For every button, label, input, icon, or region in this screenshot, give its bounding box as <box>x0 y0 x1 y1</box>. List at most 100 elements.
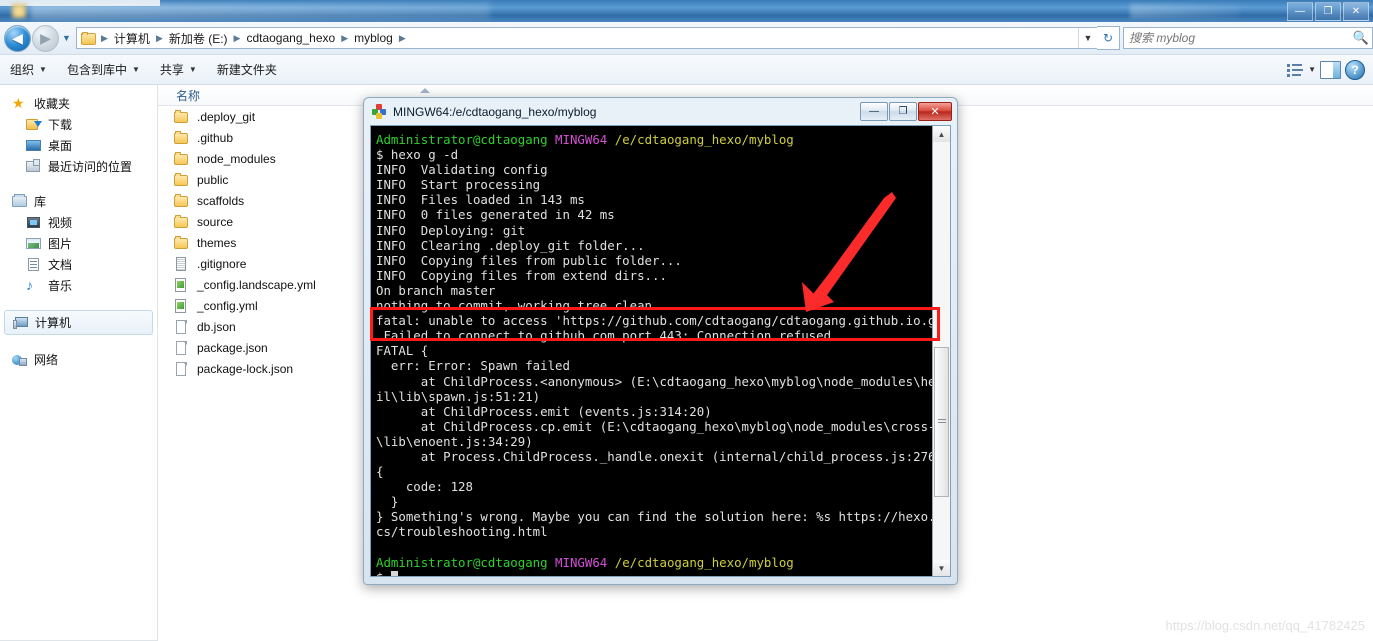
folder-icon <box>173 214 189 230</box>
terminal-line: INFO Clearing .deploy_git folder... <box>376 238 932 253</box>
sidebar-item-pictures[interactable]: 图片 <box>0 233 157 254</box>
terminal-close-button[interactable]: ✕ <box>918 102 952 121</box>
terminal-scrollbar[interactable]: ▲ ▼ <box>932 126 950 576</box>
sidebar-item-music[interactable]: ♪ 音乐 <box>0 275 157 296</box>
toolbar-label: 新建文件夹 <box>216 63 277 77</box>
background-window-title <box>30 3 490 19</box>
folder-icon <box>173 235 189 251</box>
terminal-text: fatal: unable to access 'https://github.… <box>376 313 932 329</box>
terminal-text: Failed to connect to github.com port 443… <box>376 328 832 344</box>
help-icon[interactable]: ? <box>1345 59 1365 80</box>
terminal-text: at ChildProcess.emit (events.js:314:20) <box>376 403 712 419</box>
sidebar-group-favorites[interactable]: ★ 收藏夹 <box>0 93 157 114</box>
sidebar-label: 网络 <box>34 353 59 367</box>
sidebar-item-recent-places[interactable]: 最近访问的位置 <box>0 156 157 177</box>
bg-restore-button[interactable]: ❐ <box>1315 2 1341 21</box>
terminal-text: \lib\enoent.js:34:29) <box>376 433 533 449</box>
forward-button[interactable]: ▶ <box>32 24 59 52</box>
search-box[interactable]: 🔍 <box>1123 27 1373 49</box>
scrollbar-track[interactable] <box>933 142 950 560</box>
folder-icon <box>173 193 189 209</box>
terminal-text: $ <box>376 570 391 576</box>
terminal-line: il\lib\spawn.js:51:21) <box>376 389 932 404</box>
file-name: .gitignore <box>197 256 247 271</box>
bg-minimize-button[interactable]: — <box>1287 2 1313 21</box>
terminal-line: INFO Copying files from public folder... <box>376 253 932 268</box>
terminal-minimize-button[interactable]: — <box>860 102 888 121</box>
terminal-text: il\lib\spawn.js:51:21) <box>376 388 541 404</box>
sidebar-item-network[interactable]: 网络 <box>0 349 157 370</box>
address-bar-row: ◀ ▶ ▼ ▶ 计算机 ▶ 新加卷 (E:) ▶ cdtaogang_hexo … <box>0 22 1373 55</box>
music-icon: ♪ <box>26 277 33 293</box>
sidebar-item-documents[interactable]: 文档 <box>0 254 157 275</box>
background-window-icon <box>12 4 26 18</box>
toolbar-label: 组织 <box>10 63 35 77</box>
terminal-text: FATAL { <box>376 343 429 359</box>
column-header-name[interactable]: 名称 <box>158 87 200 104</box>
terminal-text: } Something's wrong. Maybe you can find … <box>376 509 932 525</box>
file-name: _config.yml <box>197 298 258 313</box>
computer-icon <box>13 315 29 330</box>
sidebar-label: 图片 <box>48 237 73 251</box>
video-icon <box>26 215 42 230</box>
search-input[interactable] <box>1124 30 1350 46</box>
breadcrumb-separator: ▶ <box>398 32 406 43</box>
breadcrumb-item-1[interactable]: 新加卷 (E:) <box>166 28 231 49</box>
sidebar-item-downloads[interactable]: 下载 <box>0 114 157 135</box>
chevron-down-icon: ▼ <box>62 33 71 43</box>
sidebar-item-videos[interactable]: 视频 <box>0 212 157 233</box>
terminal-title-bar[interactable]: MINGW64:/e/cdtaogang_hexo/myblog — ❐ ✕ <box>364 98 957 125</box>
downloads-icon <box>26 117 42 132</box>
background-window-controls: — ❐ ✕ <box>1287 2 1369 21</box>
terminal-line: nothing to commit, working tree clean <box>376 298 932 313</box>
file-name: scaffolds <box>197 193 245 208</box>
terminal-output[interactable]: Administrator@cdtaogang MINGW64 /e/cdtao… <box>371 126 932 576</box>
history-dropdown-button[interactable]: ▼ <box>59 26 74 51</box>
breadcrumb-item-2[interactable]: cdtaogang_hexo <box>243 29 338 47</box>
toolbar-item-share[interactable]: 共享 ▼ <box>150 57 207 82</box>
address-dropdown-button[interactable]: ▼ <box>1078 28 1097 48</box>
toolbar-item-include-in-library[interactable]: 包含到库中 ▼ <box>57 57 150 82</box>
scrollbar-thumb[interactable] <box>934 347 949 497</box>
file-name: package.json <box>197 340 268 355</box>
scroll-down-icon[interactable]: ▼ <box>933 560 950 576</box>
bg-close-button[interactable]: ✕ <box>1343 2 1369 21</box>
preview-pane-icon[interactable] <box>1320 60 1341 79</box>
terminal-line: Administrator@cdtaogang MINGW64 /e/cdtao… <box>376 555 932 570</box>
toolbar-item-organize[interactable]: 组织 ▼ <box>0 57 57 82</box>
toolbar-item-new-folder[interactable]: 新建文件夹 <box>207 57 287 82</box>
view-mode-icon[interactable] <box>1287 63 1304 77</box>
file-name: public <box>197 172 229 187</box>
view-mode-chevron-down-icon[interactable]: ▼ <box>1308 65 1316 74</box>
folder-icon <box>173 151 189 167</box>
sidebar-group-libraries[interactable]: 库 <box>0 191 157 212</box>
terminal-text: INFO Copying files from extend dirs... <box>376 267 667 283</box>
breadcrumb-item-3[interactable]: myblog <box>351 29 396 47</box>
terminal-text: code: 128 <box>376 479 473 495</box>
back-button[interactable]: ◀ <box>4 24 31 52</box>
toolbar-label: 共享 <box>159 63 184 77</box>
file-name: .github <box>197 130 234 145</box>
terminal-line: FATAL { <box>376 343 932 358</box>
scroll-up-icon[interactable]: ▲ <box>933 126 950 142</box>
mingw64-terminal-window[interactable]: MINGW64:/e/cdtaogang_hexo/myblog — ❐ ✕ A… <box>363 97 958 585</box>
documents-icon <box>26 257 42 272</box>
sidebar-item-desktop[interactable]: 桌面 <box>0 135 157 156</box>
forward-arrow-icon: ▶ <box>40 30 51 46</box>
terminal-line: INFO 0 files generated in 42 ms <box>376 207 932 222</box>
folder-icon <box>173 109 189 125</box>
terminal-text: INFO Files loaded in 143 ms <box>376 192 585 208</box>
file-name: .deploy_git <box>197 109 256 124</box>
json-file-icon <box>173 319 189 335</box>
breadcrumb-bar[interactable]: ▶ 计算机 ▶ 新加卷 (E:) ▶ cdtaogang_hexo ▶ mybl… <box>76 27 1097 49</box>
refresh-icon: ↻ <box>1102 31 1114 45</box>
terminal-text: INFO Validating config <box>376 162 548 178</box>
breadcrumb-item-0[interactable]: 计算机 <box>111 28 153 49</box>
desktop-icon <box>26 138 42 153</box>
sidebar-label: 视频 <box>48 216 73 230</box>
refresh-button[interactable]: ↻ <box>1097 26 1120 50</box>
sidebar-item-computer[interactable]: 计算机 <box>4 310 153 335</box>
terminal-maximize-button[interactable]: ❐ <box>889 102 917 121</box>
chevron-down-icon: ▼ <box>39 65 47 74</box>
